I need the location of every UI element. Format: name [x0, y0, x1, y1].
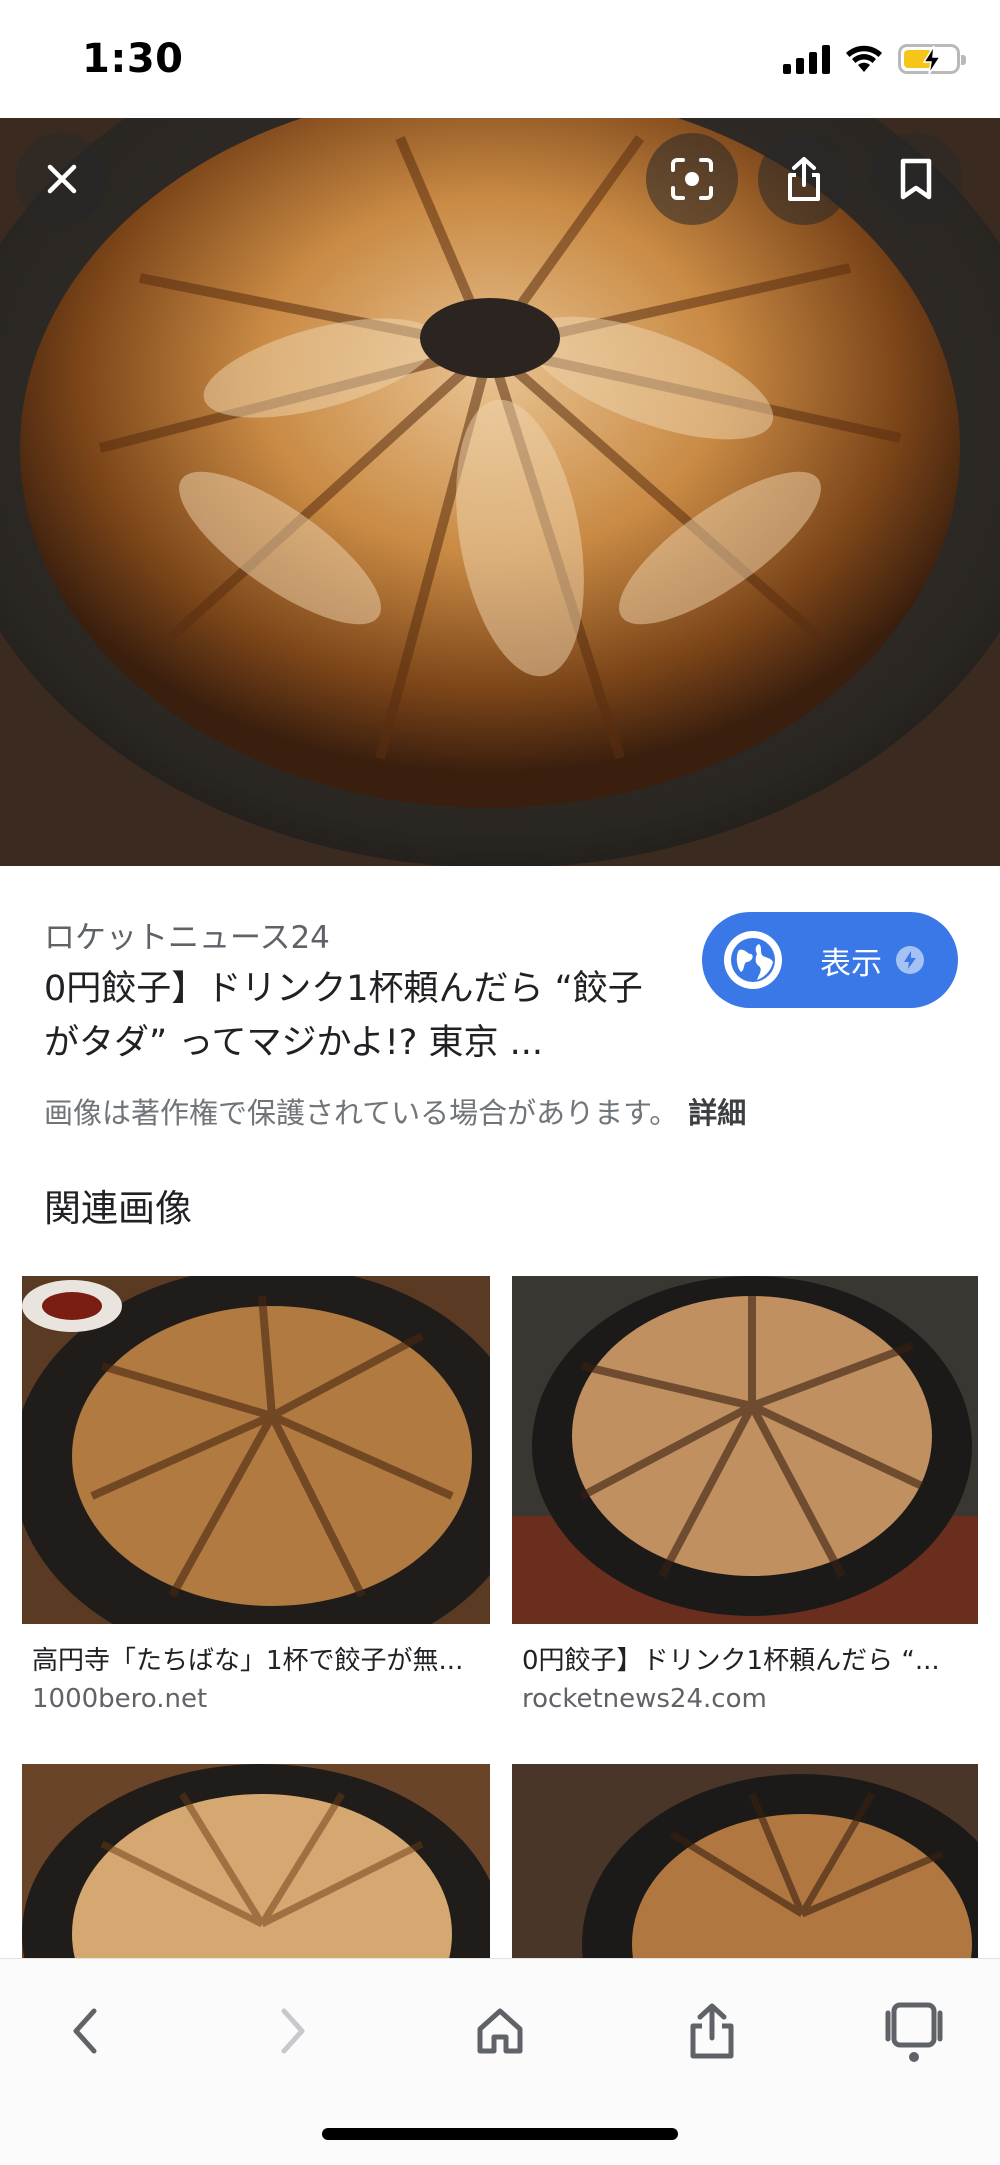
battery-icon	[898, 44, 966, 75]
home-icon	[477, 2008, 523, 2054]
hero-image	[0, 118, 1000, 866]
chevron-right-icon	[281, 2008, 305, 2054]
related-image-3[interactable]	[22, 1764, 490, 1958]
source-name[interactable]: ロケットニュース24	[44, 912, 330, 957]
tabs-icon	[885, 2002, 943, 2062]
visit-label: 表示	[820, 945, 882, 982]
cellular-signal-icon	[783, 44, 830, 74]
related-image-2-domain: rocketnews24.com	[522, 1684, 767, 1714]
share-button[interactable]	[758, 133, 850, 225]
status-bar: 1:30	[0, 0, 1000, 118]
lens-button[interactable]	[646, 133, 738, 225]
related-image-2-caption[interactable]: 0円餃子】ドリンク1杯頼んだら “...	[522, 1640, 962, 1677]
related-image-1-caption[interactable]: 高円寺「たちばな」1杯で餃子が無...	[32, 1640, 472, 1677]
share-page-button[interactable]	[664, 1983, 760, 2079]
copyright-notice: 画像は著作権で保護されている場合があります。 詳細	[44, 1090, 746, 1132]
copyright-text: 画像は著作権で保護されている場合があります。	[44, 1096, 679, 1130]
lens-icon	[671, 158, 713, 200]
tabs-button[interactable]	[866, 1983, 962, 2079]
visit-button[interactable]: 表示	[702, 912, 958, 1008]
chevron-left-icon	[73, 2008, 97, 2054]
related-image-4[interactable]	[512, 1764, 978, 1958]
amp-bolt-icon	[896, 946, 924, 974]
home-button[interactable]	[452, 1983, 548, 2079]
result-title[interactable]: 0円餃子】ドリンク1杯頼んだら “餃子がタダ” ってマジかよ!? 東京 ...	[44, 962, 674, 1070]
related-images-heading: 関連画像	[44, 1187, 192, 1230]
share-icon	[788, 157, 820, 201]
home-indicator[interactable]	[322, 2128, 678, 2140]
details-link[interactable]: 詳細	[688, 1096, 746, 1130]
close-icon	[47, 164, 77, 194]
wifi-icon	[846, 45, 882, 72]
close-button[interactable]	[16, 133, 108, 225]
status-icons	[783, 44, 966, 75]
status-time: 1:30	[82, 36, 184, 82]
gyoza-photo	[0, 118, 1000, 866]
bookmark-icon	[900, 158, 932, 200]
bookmark-button[interactable]	[870, 133, 962, 225]
back-button[interactable]	[38, 1983, 134, 2079]
share-icon	[690, 2003, 734, 2059]
forward-button[interactable]	[244, 1983, 340, 2079]
globe-icon	[724, 931, 782, 989]
related-image-2[interactable]	[512, 1276, 978, 1624]
related-image-1-domain: 1000bero.net	[32, 1684, 208, 1714]
related-image-1[interactable]	[22, 1276, 490, 1624]
